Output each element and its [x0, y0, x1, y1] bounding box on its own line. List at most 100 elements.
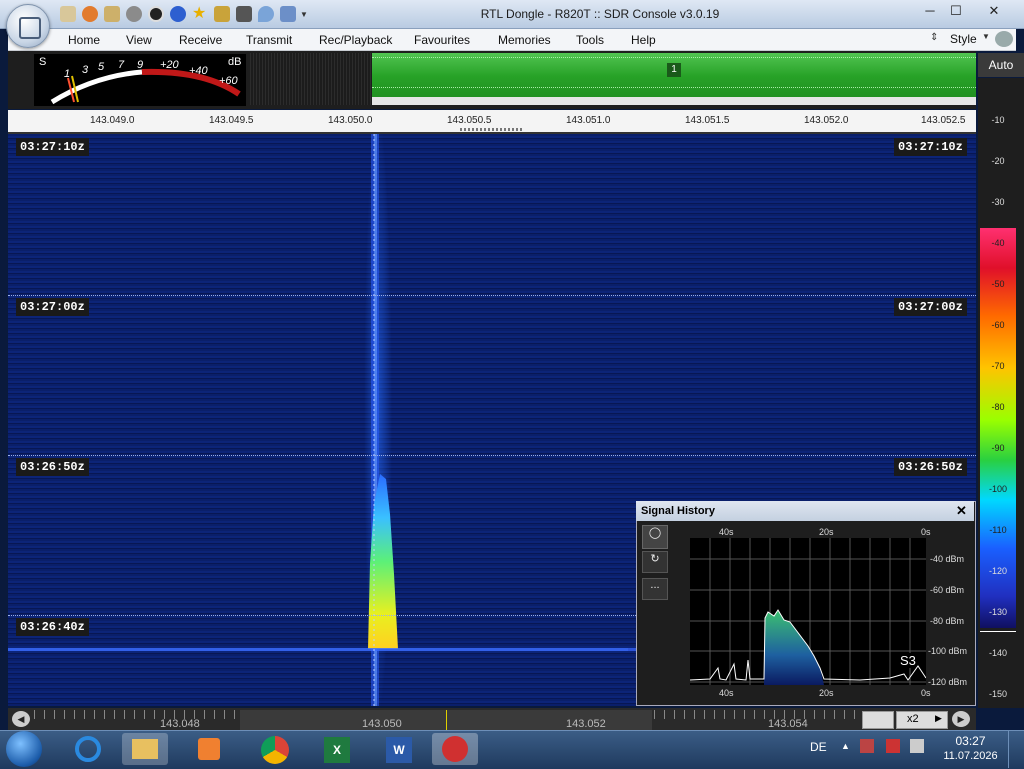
folder-icon[interactable] — [104, 6, 120, 22]
lifebuoy-icon[interactable] — [82, 6, 98, 22]
auto-button[interactable]: Auto — [978, 53, 1024, 77]
db-level: -130 — [988, 607, 1007, 617]
minimize-button[interactable]: ─ — [917, 2, 943, 20]
home-icon[interactable] — [60, 6, 76, 22]
language-indicator[interactable]: DE — [810, 740, 827, 754]
db-label: dB — [228, 56, 242, 68]
star-icon[interactable]: ★ — [192, 6, 208, 22]
time-label-bottom: 0s — [921, 688, 931, 698]
maximize-button[interactable]: ☐ — [943, 2, 969, 20]
stop-icon[interactable] — [148, 6, 164, 22]
timestamp-right: 03:27:00z — [894, 298, 967, 316]
scroll-right-icon[interactable]: ▶ — [952, 711, 970, 727]
chevron-right-icon[interactable]: ▶ — [935, 713, 942, 724]
bottom-freq: 143.048 — [160, 718, 200, 730]
start-button[interactable] — [6, 731, 42, 767]
record-button[interactable]: ◯ — [642, 525, 668, 549]
keyboard-icon[interactable] — [862, 711, 894, 729]
menu-home[interactable]: Home — [68, 33, 100, 47]
menu-rec-playback[interactable]: Rec/Playback — [319, 33, 392, 47]
timestamp-left: 03:26:40z — [16, 618, 89, 636]
clock-date[interactable]: 11.07.2026 — [938, 750, 1003, 762]
dbm-label: -60 dBm — [930, 585, 965, 595]
db-level: -90 — [991, 443, 1005, 453]
timestamp-right: 03:26:50z — [894, 458, 967, 476]
db-level: -40 — [991, 238, 1005, 248]
timestamp-left: 03:26:50z — [16, 458, 89, 476]
settings-icon[interactable] — [995, 31, 1013, 47]
menu-memories[interactable]: Memories — [498, 33, 551, 47]
db-level: -110 — [989, 525, 1007, 535]
menu-favourites[interactable]: Favourites — [414, 33, 470, 47]
chevron-down-icon[interactable]: ▼ — [300, 10, 308, 19]
s-meter: S dB 1 3 5 7 9 +20 +40 +60 — [34, 54, 246, 106]
db-level: -20 — [991, 156, 1005, 166]
db-level: -10 — [991, 115, 1005, 125]
play-icon[interactable] — [126, 6, 142, 22]
menu-help[interactable]: Help — [631, 33, 656, 47]
media-player-icon[interactable] — [186, 733, 232, 765]
dbm-label: -40 dBm — [930, 554, 965, 564]
internet-explorer-icon[interactable] — [66, 733, 112, 765]
file-explorer-icon[interactable] — [122, 733, 168, 765]
time-label-bottom: 40s — [719, 688, 734, 698]
freq-tick: 143.051.0 — [566, 115, 611, 126]
dbm-label: -80 dBm — [930, 616, 965, 626]
app-menu-button[interactable] — [6, 4, 50, 48]
menu-tools[interactable]: Tools — [576, 33, 604, 47]
word-icon[interactable]: W — [376, 733, 422, 765]
clock-time[interactable]: 03:27 — [943, 734, 998, 748]
close-button[interactable]: ✕ — [973, 2, 1015, 20]
menu-view[interactable]: View — [126, 33, 152, 47]
sdr-console-taskbar-icon[interactable] — [432, 733, 478, 765]
meter-scale-5: 5 — [98, 61, 105, 73]
db-level: -140 — [988, 648, 1007, 658]
db-level: -30 — [991, 197, 1005, 207]
meter-scale-3: 3 — [82, 64, 89, 76]
freq-tick: 143.050.0 — [328, 115, 373, 126]
db-level: -150 — [988, 689, 1007, 699]
excel-icon[interactable]: X — [314, 733, 360, 765]
bottom-freq: 143.050 — [362, 718, 402, 730]
reset-icon[interactable]: ↻ — [642, 551, 668, 573]
close-icon[interactable]: ✕ — [956, 503, 967, 519]
time-gridline — [8, 455, 976, 456]
db-level: -50 — [991, 279, 1005, 289]
tray-app-icon[interactable] — [860, 739, 874, 753]
band-marker[interactable]: 1 — [667, 63, 681, 77]
zoom-selector[interactable]: x2 ▶ — [896, 711, 948, 729]
tray-flag-icon[interactable] — [886, 739, 900, 753]
db-level: -80 — [991, 402, 1005, 412]
style-menu[interactable]: Style — [950, 32, 977, 46]
chevron-down-icon[interactable]: ▼ — [982, 32, 990, 41]
add-icon[interactable] — [170, 6, 186, 22]
lock-icon[interactable] — [214, 6, 230, 22]
show-desktop-button[interactable] — [1008, 731, 1023, 768]
chrome-icon[interactable] — [252, 733, 298, 765]
menu-transmit[interactable]: Transmit — [246, 33, 292, 47]
band-overview[interactable]: 1 — [372, 53, 976, 105]
scroll-left-icon[interactable]: ◀ — [12, 711, 30, 727]
undo-icon[interactable] — [280, 6, 296, 22]
time-gridline — [8, 295, 976, 296]
style-spin-icon[interactable]: ⇕ — [930, 32, 938, 43]
network-icon[interactable] — [910, 739, 924, 753]
freq-tick: 143.049.0 — [90, 115, 135, 126]
drop-icon[interactable] — [258, 6, 274, 22]
scale-threshold-line[interactable] — [980, 631, 1016, 632]
db-level: -60 — [991, 320, 1005, 330]
db-level: -120 — [988, 566, 1007, 576]
tray-expand-icon[interactable]: ▲ — [841, 741, 850, 751]
camera-icon[interactable] — [236, 6, 252, 22]
band-overview-empty — [250, 53, 372, 105]
more-options-button[interactable]: ... — [642, 578, 668, 600]
menu-receive[interactable]: Receive — [179, 33, 222, 47]
db-level: -70 — [991, 361, 1005, 371]
freq-tick: 143.050.5 — [447, 115, 492, 126]
meter-scale-9: 9 — [137, 59, 144, 71]
freq-tick: 143.051.5 — [685, 115, 730, 126]
signal-history-chart: S3 — [690, 538, 926, 685]
meter-scale-20: +20 — [160, 59, 179, 71]
time-label-top: 0s — [921, 527, 931, 537]
scale-resize-handle[interactable] — [460, 128, 522, 131]
